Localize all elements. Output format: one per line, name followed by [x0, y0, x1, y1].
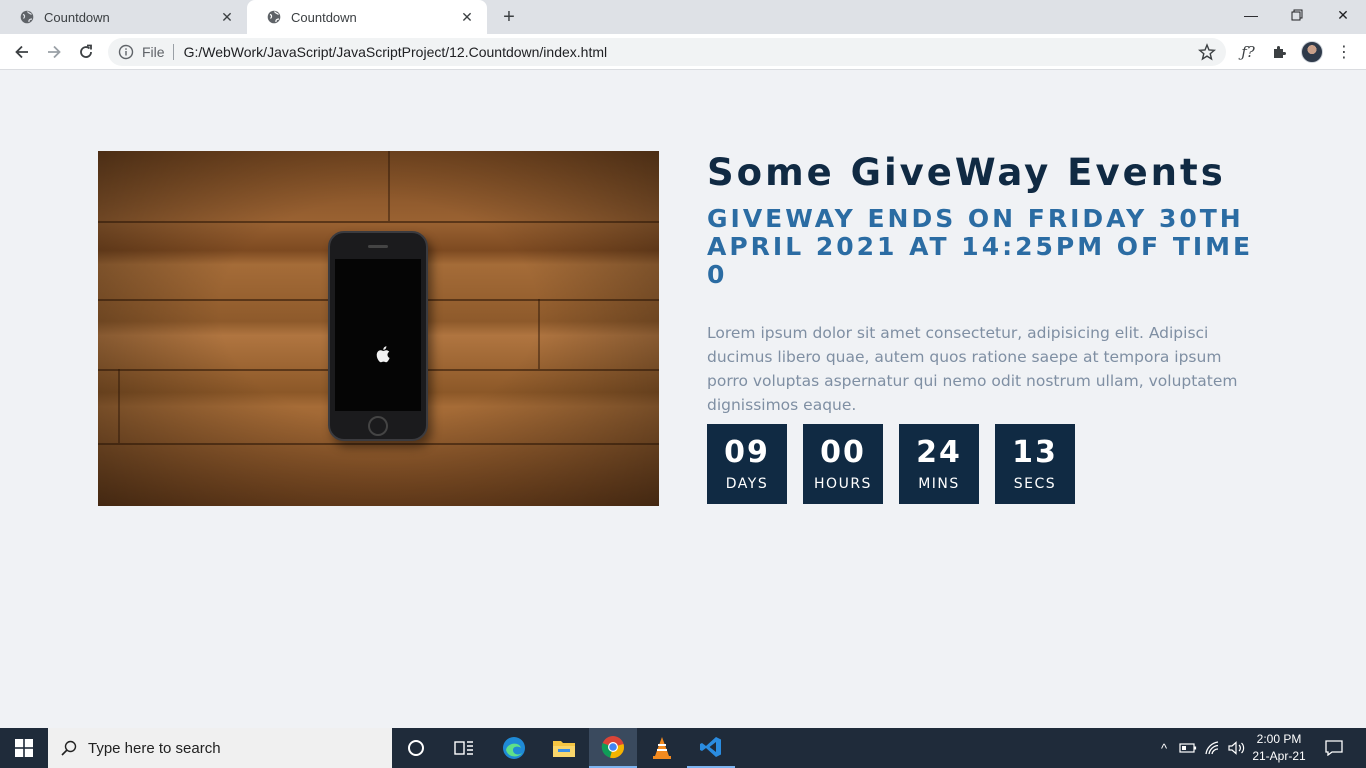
- phone-speaker: [368, 245, 388, 248]
- chrome-icon[interactable]: [589, 728, 637, 768]
- vscode-icon[interactable]: [687, 728, 735, 768]
- browser-tab-strip: Countdown ✕ Countdown ✕ + — ✕: [0, 0, 1366, 34]
- new-tab-button[interactable]: +: [497, 6, 521, 28]
- tab-title: Countdown: [44, 9, 110, 25]
- close-window-button[interactable]: ✕: [1320, 0, 1366, 30]
- countdown-label: hours: [814, 476, 872, 492]
- phone-screen: [335, 259, 421, 411]
- arrow-left-icon: [15, 45, 28, 59]
- edge-logo-icon: [503, 737, 525, 759]
- arrow-right-icon: [48, 45, 61, 59]
- countdown-label: days: [725, 476, 769, 492]
- file-explorer-icon[interactable]: [540, 728, 588, 768]
- countdown-timer: 09 days 00 hours 24 mins 13 secs: [707, 424, 1075, 504]
- countdown-value: 24: [916, 435, 962, 470]
- reload-icon: [80, 44, 92, 58]
- search-icon: [61, 740, 77, 756]
- wood-seam: [388, 151, 390, 221]
- countdown-days: 09 days: [707, 424, 787, 504]
- cortana-ring-icon: [408, 740, 424, 756]
- clock-time: 2:00 PM: [1256, 732, 1302, 746]
- profile-avatar[interactable]: [1300, 40, 1324, 64]
- notification-glyph-icon: [1325, 740, 1343, 756]
- windows-logo-icon: [15, 739, 33, 757]
- browser-tab-2[interactable]: Countdown ✕: [247, 0, 487, 34]
- wifi-glyph-icon: [1205, 741, 1219, 755]
- globe-icon: [267, 10, 281, 24]
- avatar-image: [1301, 41, 1323, 63]
- vlc-cone-icon: [653, 737, 671, 759]
- tab-title: Countdown: [291, 9, 357, 25]
- speaker-glyph-icon: [1228, 741, 1245, 755]
- cortana-icon[interactable]: [392, 728, 440, 768]
- puzzle-icon: [1274, 46, 1286, 58]
- wifi-icon[interactable]: [1202, 728, 1224, 768]
- countdown-secs: 13 secs: [995, 424, 1075, 504]
- edge-icon[interactable]: [490, 728, 538, 768]
- wood-seam: [118, 369, 120, 443]
- browser-tab-1[interactable]: Countdown ✕: [0, 0, 247, 34]
- page-content: Some GiveWay Events giveway ends on frid…: [0, 71, 1366, 728]
- battery-glyph-icon: [1179, 743, 1197, 753]
- minimize-button[interactable]: —: [1228, 0, 1274, 30]
- info-icon[interactable]: [118, 44, 134, 60]
- scheme-label: File: [142, 44, 165, 60]
- action-center-icon[interactable]: [1316, 728, 1352, 768]
- countdown-mins: 24 mins: [899, 424, 979, 504]
- countdown-label: mins: [918, 476, 960, 492]
- giveaway-end-date: giveway ends on friday 30th april 2021 a…: [707, 204, 1254, 289]
- windows-taskbar: Type here to search ^ 2:00 PM 21-Apr-21: [0, 728, 1366, 768]
- forward-button[interactable]: [40, 38, 68, 66]
- clock-date: 21-Apr-21: [1252, 749, 1306, 763]
- address-bar[interactable]: File G:/WebWork/JavaScript/JavaScriptPro…: [108, 38, 1226, 66]
- start-button[interactable]: [0, 728, 48, 768]
- vscode-logo-icon: [700, 737, 721, 757]
- folder-icon: [553, 741, 575, 757]
- extension-fx-icon[interactable]: ƒ?: [1236, 40, 1260, 64]
- wood-seam: [98, 221, 659, 223]
- volume-icon[interactable]: [1226, 728, 1248, 768]
- wood-seam: [98, 443, 659, 445]
- countdown-hours: 00 hours: [803, 424, 883, 504]
- chrome-logo-icon: [601, 736, 624, 758]
- reload-button[interactable]: [72, 38, 100, 66]
- giveaway-description: Lorem ipsum dolor sit amet consectetur, …: [707, 324, 1238, 414]
- phone-home-button: [368, 416, 388, 436]
- browser-menu-icon[interactable]: ⋮: [1332, 40, 1356, 64]
- countdown-value: 13: [1012, 435, 1058, 470]
- restore-icon: [1291, 9, 1303, 21]
- countdown-value: 00: [820, 435, 866, 470]
- task-view-icon[interactable]: [440, 728, 488, 768]
- restore-button[interactable]: [1274, 0, 1320, 30]
- browser-toolbar: File G:/WebWork/JavaScript/JavaScriptPro…: [0, 34, 1366, 70]
- back-button[interactable]: [8, 38, 36, 66]
- globe-icon: [20, 10, 34, 24]
- wood-seam: [538, 299, 540, 369]
- taskbar-clock[interactable]: 2:00 PM 21-Apr-21: [1246, 731, 1312, 765]
- taskbar-search[interactable]: Type here to search: [48, 728, 392, 768]
- url-text[interactable]: G:/WebWork/JavaScript/JavaScriptProject/…: [184, 44, 1198, 60]
- search-placeholder: Type here to search: [88, 739, 221, 757]
- vlc-icon[interactable]: [638, 728, 686, 768]
- extensions-puzzle-icon[interactable]: [1268, 40, 1292, 64]
- close-tab-icon[interactable]: ✕: [219, 9, 235, 25]
- show-hidden-icons-chevron-icon[interactable]: ^: [1154, 728, 1174, 768]
- giveaway-info: Some GiveWay Events giveway ends on frid…: [707, 151, 1267, 289]
- phone-illustration: [328, 231, 428, 441]
- countdown-value: 09: [724, 435, 770, 470]
- countdown-label: secs: [1013, 476, 1057, 492]
- address-separator: [172, 44, 174, 60]
- battery-icon[interactable]: [1177, 728, 1199, 768]
- bookmark-star-icon[interactable]: [1198, 43, 1216, 61]
- page-title: Some GiveWay Events: [707, 151, 1226, 194]
- apple-logo-icon: [376, 346, 390, 363]
- giveaway-image: [98, 151, 659, 506]
- task-view-glyph-icon: [454, 741, 473, 755]
- close-tab-icon[interactable]: ✕: [459, 9, 475, 25]
